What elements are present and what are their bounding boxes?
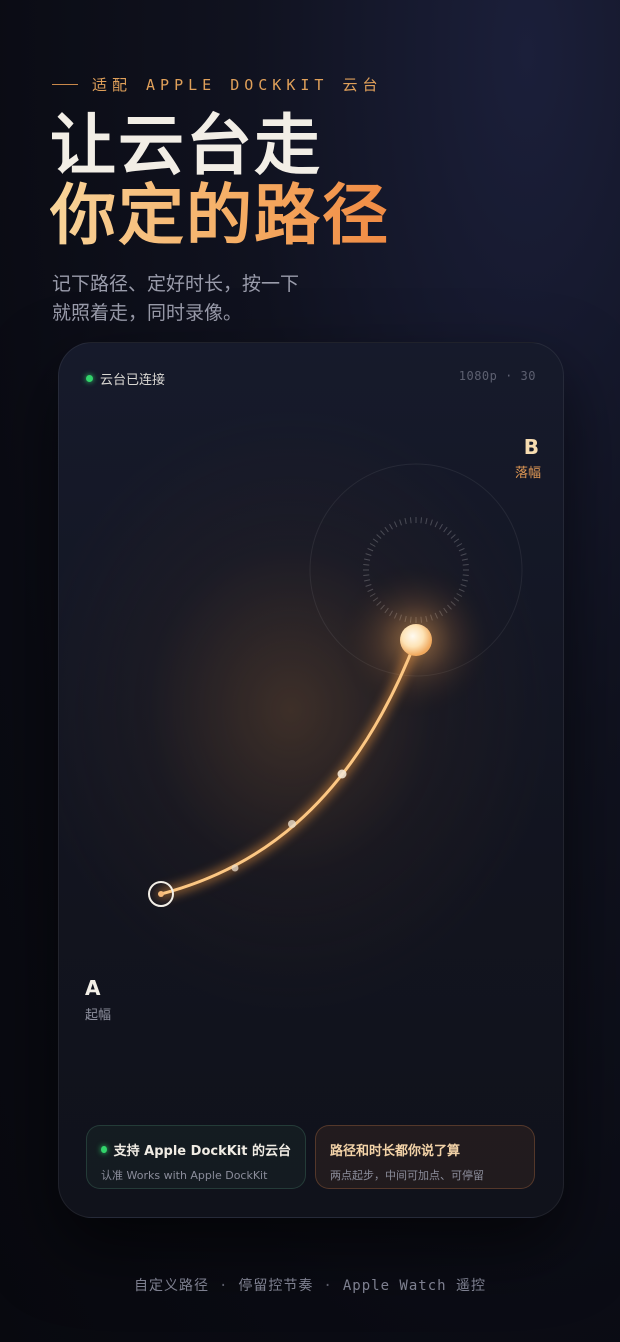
waypoint-2[interactable] [288,820,296,828]
footer-item-pause-rhythm: 停留控节奏 [238,1278,314,1294]
tick-mark [460,553,467,556]
tick-mark [372,538,379,543]
path-control-title: 路径和时长都你说了算 [330,1144,461,1159]
footer-item-watch-remote: Apple Watch 遥控 [342,1278,487,1294]
tick-mark [425,518,428,525]
preview-card: 云台已连接 1080p · 30 B 落幅 A 起幅 支持 Apple Dock… [58,342,564,1218]
tick-mark [453,538,460,543]
tick-mark [369,543,376,547]
tick-mark [367,547,374,552]
tick-mark [389,523,393,530]
footer-item-custom-path: 自定义路径 [133,1278,209,1294]
dockkit-support-subtitle: 认准 Works with Apple DockKit [101,1169,268,1182]
tick-mark [434,521,439,528]
headline-line-1: 让云台走 [50,107,322,184]
tick-mark [376,534,382,539]
path-control-pill: 路径和时长都你说了算 两点起步，中间可加点、可停留 [315,1125,535,1189]
tick-mark [458,547,465,552]
tick-mark [450,534,456,539]
headline-line-2: 你定的路径 [50,177,390,254]
tick-mark [420,517,423,524]
eyebrow-text: 适配 APPLE DOCKKIT 云台 [92,76,383,94]
tick-mark [430,519,433,526]
subtitle: 记下路径、定好时长，按一下就照着走，同时录像。 [52,273,300,324]
waypoint-1[interactable] [231,864,239,872]
support-dot-icon [101,1146,107,1153]
point-b-label: 落幅 [514,466,541,481]
tick-mark [363,563,370,566]
path-visual [148,463,523,907]
eyebrow: 适配 APPLE DOCKKIT 云台 [52,74,382,95]
footer-separator: · [323,1278,333,1294]
tick-mark [439,523,443,530]
dockkit-support-title: 支持 Apple DockKit 的云台 [101,1140,291,1159]
tick-mark [447,530,452,536]
point-a-label: 起幅 [85,1008,112,1023]
tick-mark [461,558,468,561]
b-point-knob[interactable] [400,624,432,656]
eyebrow-divider [52,84,78,85]
tick-mark [384,526,389,533]
point-b-letter: B [523,435,539,459]
waypoint-3[interactable] [337,769,347,779]
tick-mark [365,553,372,556]
tick-mark [380,530,385,536]
tick-mark [364,558,371,561]
a-point-dot [158,891,164,897]
path-control-subtitle: 两点起步，中间可加点、可停留 [330,1169,484,1182]
tick-mark [456,543,463,547]
tick-mark [409,517,412,524]
tick-mark [363,574,370,577]
tick-mark [443,526,448,533]
tick-mark [462,563,469,566]
tick-mark [393,521,398,528]
tick-mark [462,574,469,577]
dockkit-support-pill: 支持 Apple DockKit 的云台 认准 Works with Apple… [86,1125,306,1189]
dockkit-support-title-text: 支持 Apple DockKit 的云台 [113,1144,291,1159]
footer-separator: · [218,1278,229,1294]
tick-mark [399,519,402,526]
tick-mark [404,518,407,525]
feature-footer: 自定义路径 · 停留控节奏 · Apple Watch 遥控 [0,1275,620,1295]
point-a-letter: A [85,976,101,1000]
